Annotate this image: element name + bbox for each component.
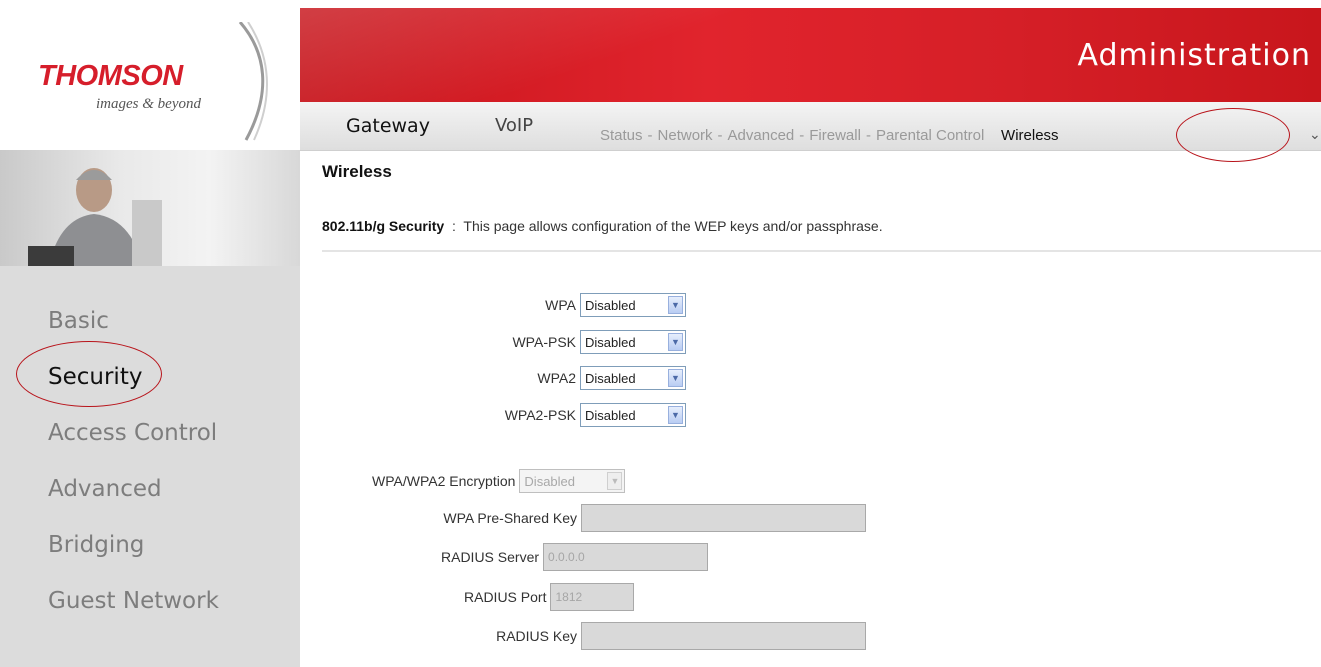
sidebar-item-advanced[interactable]: Advanced: [48, 476, 162, 502]
radius-key-label: RADIUS Key: [496, 628, 577, 644]
chevron-down-icon[interactable]: ⌄: [1309, 126, 1321, 143]
description-text: This page allows configuration of the WE…: [463, 218, 883, 234]
wpa2-psk-select[interactable]: Disabled ▼: [580, 403, 686, 427]
encryption-label: WPA/WPA2 Encryption: [372, 473, 516, 489]
radius-port-row: RADIUS Port 1812: [464, 583, 635, 611]
wpa2-psk-row: WPA2-PSK Disabled ▼: [505, 403, 686, 427]
subnav-network[interactable]: Network: [658, 127, 713, 144]
radius-port-label: RADIUS Port: [464, 589, 547, 605]
chevron-down-icon: ▼: [607, 472, 623, 490]
page-title: Wireless: [322, 162, 392, 181]
encryption-select[interactable]: Disabled ▼: [519, 469, 626, 493]
wpa-psk-row: WPA-PSK Disabled ▼: [512, 330, 686, 354]
page-description: 802.11b/g Security : This page allows co…: [322, 218, 883, 234]
chevron-down-icon: ▼: [668, 369, 683, 387]
subnav-status[interactable]: Status: [600, 127, 643, 144]
divider: [322, 250, 1321, 252]
sidebar-item-access-control[interactable]: Access Control: [48, 420, 217, 446]
psk-input[interactable]: [581, 504, 866, 532]
sidebar-item-bridging[interactable]: Bridging: [48, 532, 144, 558]
header-photo: [0, 150, 300, 266]
section-label: 802.11b/g Security: [322, 218, 445, 234]
encryption-row: WPA/WPA2 Encryption Disabled ▼: [372, 469, 626, 493]
subnav-advanced[interactable]: Advanced: [728, 127, 795, 144]
page-header-title: Administration: [1077, 38, 1311, 73]
highlight-circle-wireless: [1176, 108, 1290, 162]
subnav-wireless[interactable]: Wireless: [1001, 127, 1059, 144]
wpa2-psk-label: WPA2-PSK: [504, 407, 576, 423]
psk-label: WPA Pre-Shared Key: [443, 510, 577, 526]
sidebar-item-basic[interactable]: Basic: [48, 308, 109, 334]
brand-logo: THOMSON: [38, 60, 183, 92]
sidebar-item-guest-network[interactable]: Guest Network: [48, 588, 219, 614]
wpa2-select[interactable]: Disabled ▼: [580, 366, 686, 390]
wpa-row: WPA Disabled ▼: [545, 293, 686, 317]
wpa2-row: WPA2 Disabled ▼: [537, 366, 686, 390]
person-photo-icon: [28, 168, 162, 266]
wpa-psk-label: WPA-PSK: [512, 334, 576, 350]
subnav-parental-control[interactable]: Parental Control: [876, 127, 984, 144]
logo-swoosh-icon: [238, 22, 268, 141]
chevron-down-icon: ▼: [668, 406, 683, 424]
psk-row: WPA Pre-Shared Key: [443, 504, 866, 532]
nav-voip[interactable]: VoIP: [495, 115, 533, 136]
wpa2-label: WPA2: [537, 370, 576, 386]
chevron-down-icon: ▼: [668, 333, 683, 351]
radius-key-input[interactable]: [581, 622, 866, 650]
radius-port-input[interactable]: 1812: [550, 583, 635, 611]
radius-server-input[interactable]: 0.0.0.0: [543, 543, 709, 571]
wpa-label: WPA: [545, 297, 576, 313]
chevron-down-icon: ▼: [668, 296, 683, 314]
radius-key-row: RADIUS Key: [496, 622, 866, 650]
brand-tagline: images & beyond: [96, 96, 201, 112]
radius-server-row: RADIUS Server 0.0.0.0: [441, 543, 709, 571]
highlight-circle-security: [16, 341, 162, 407]
wpa-psk-select[interactable]: Disabled ▼: [580, 330, 686, 354]
radius-server-label: RADIUS Server: [441, 549, 540, 565]
wpa-select[interactable]: Disabled ▼: [580, 293, 686, 317]
nav-gateway[interactable]: Gateway: [346, 115, 430, 137]
sub-nav: Status - Network - Advanced - Firewall - Parenta…: [600, 127, 1059, 144]
subnav-firewall[interactable]: Firewall: [809, 127, 861, 144]
